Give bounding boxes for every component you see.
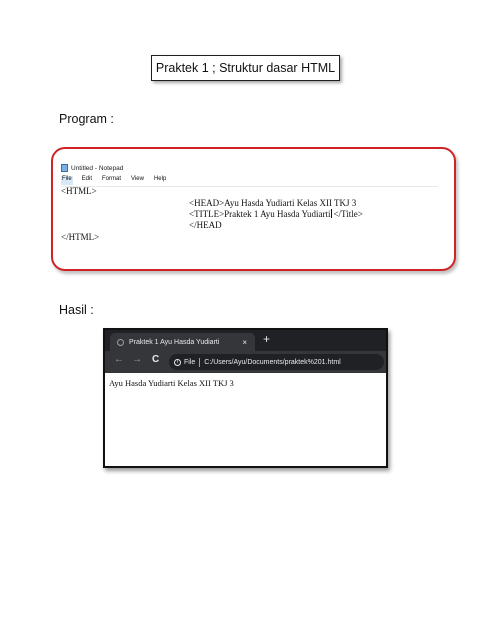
back-arrow-icon[interactable]: ← <box>114 354 124 365</box>
code-line: </HTML> <box>61 232 100 242</box>
forward-arrow-icon[interactable]: → <box>132 354 142 365</box>
notepad-titlebar: Untitled - Notepad <box>61 164 123 172</box>
menu-edit[interactable]: Edit <box>81 176 93 185</box>
reload-icon[interactable]: C <box>152 354 159 365</box>
menu-format[interactable]: Format <box>101 176 122 185</box>
browser-page-content: Ayu Hasda Yudiarti Kelas XII TKJ 3 <box>109 378 234 388</box>
code-line: <HTML> <box>61 186 97 196</box>
close-icon[interactable]: × <box>242 338 247 347</box>
code-line: </HEAD <box>189 220 222 230</box>
code-line-text: </Title> <box>333 209 363 219</box>
page-title: Praktek 1 ; Struktur dasar HTML <box>151 55 340 81</box>
menu-view[interactable]: View <box>130 176 145 185</box>
program-label: Program : <box>59 112 114 126</box>
notepad-window-title: Untitled - Notepad <box>71 164 124 172</box>
url-scheme: File <box>184 358 196 366</box>
new-tab-button[interactable]: + <box>263 332 270 346</box>
code-line-text: <TITLE>Praktek 1 Ayu Hasda Yudiarti <box>189 209 331 219</box>
notepad-divider <box>61 186 438 187</box>
address-separator <box>199 357 201 367</box>
page-title-text: Praktek 1 ; Struktur dasar HTML <box>155 61 336 75</box>
notepad-screenshot: Untitled - Notepad File Edit Format View… <box>51 147 456 271</box>
hasil-label: Hasil : <box>59 303 94 317</box>
menu-file[interactable]: File <box>61 176 73 185</box>
notepad-menubar: File Edit Format View Help <box>61 176 441 185</box>
info-icon[interactable]: i <box>174 358 181 366</box>
browser-tab-strip: Praktek 1 Ayu Hasda Yudiarti × + <box>105 330 386 351</box>
url-text: C:/Users/Ayu/Documents/praktek%201.html <box>204 358 341 366</box>
notepad-icon <box>61 164 68 172</box>
globe-icon <box>117 338 124 346</box>
browser-screenshot: Praktek 1 Ayu Hasda Yudiarti × + ← → C i… <box>103 328 388 468</box>
address-bar[interactable]: i File C:/Users/Ayu/Documents/praktek%20… <box>169 354 384 370</box>
menu-help[interactable]: Help <box>153 176 167 185</box>
tab-title: Praktek 1 Ayu Hasda Yudiarti <box>129 338 220 346</box>
browser-toolbar: ← → C i File C:/Users/Ayu/Documents/prak… <box>105 351 386 373</box>
browser-tab[interactable]: Praktek 1 Ayu Hasda Yudiarti × <box>110 333 255 351</box>
